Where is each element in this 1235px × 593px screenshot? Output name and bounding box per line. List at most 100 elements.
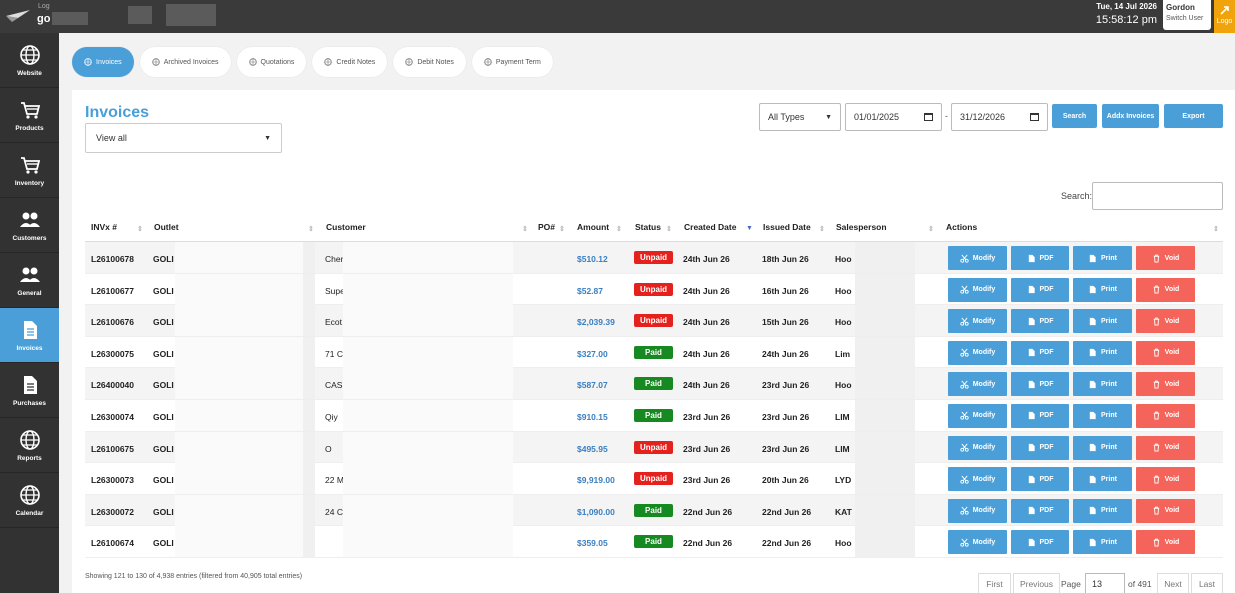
- modify-button[interactable]: Modify: [948, 435, 1007, 460]
- sidebar-item-inventory[interactable]: Inventory: [0, 143, 59, 198]
- view-filter-select[interactable]: View all ▼: [85, 123, 282, 153]
- print-button[interactable]: Print: [1073, 530, 1132, 555]
- sort-icon[interactable]: ⇕: [819, 225, 825, 233]
- modify-button[interactable]: Modify: [948, 467, 1007, 492]
- void-button[interactable]: Void: [1136, 403, 1195, 428]
- void-button[interactable]: Void: [1136, 498, 1195, 523]
- tab-debit-notes[interactable]: Debit Notes: [393, 47, 466, 77]
- type-filter-select[interactable]: All Types ▼: [759, 103, 841, 131]
- invoice-number[interactable]: L26100678: [91, 254, 134, 264]
- pdf-button[interactable]: PDF: [1011, 403, 1069, 428]
- column-header-invx[interactable]: INVx #: [91, 222, 117, 232]
- table-row[interactable]: L26300073 GOLI 22 M $9,919.00 Unpaid 23rd Jun…: [85, 463, 1223, 495]
- void-button[interactable]: Void: [1136, 467, 1195, 492]
- print-button[interactable]: Print: [1073, 403, 1132, 428]
- column-header-po[interactable]: PO#: [538, 222, 555, 232]
- void-button[interactable]: Void: [1136, 372, 1195, 397]
- void-button[interactable]: Void: [1136, 530, 1195, 555]
- pdf-button[interactable]: PDF: [1011, 530, 1069, 555]
- table-row[interactable]: L26300072 GOLI 24 C $1,090.00 Paid 22nd Jun 2…: [85, 494, 1223, 527]
- print-button[interactable]: Print: [1073, 435, 1132, 460]
- void-button[interactable]: Void: [1136, 309, 1195, 334]
- column-header-status[interactable]: Status: [635, 222, 661, 232]
- column-header-issued-date[interactable]: Issued Date: [763, 222, 811, 232]
- column-header-amount[interactable]: Amount: [577, 222, 609, 232]
- modify-button[interactable]: Modify: [948, 277, 1007, 302]
- sidebar-item-general[interactable]: General: [0, 253, 59, 308]
- void-button[interactable]: Void: [1136, 277, 1195, 302]
- invoice-number[interactable]: L26100676: [91, 317, 134, 327]
- pager-page-input[interactable]: [1085, 573, 1125, 593]
- modify-button[interactable]: Modify: [948, 340, 1007, 365]
- invoice-number[interactable]: L26400040: [91, 380, 134, 390]
- switch-user-link[interactable]: Switch User: [1166, 15, 1208, 22]
- sort-icon[interactable]: ⇕: [522, 225, 528, 233]
- modify-button[interactable]: Modify: [948, 309, 1007, 334]
- pager-next-button[interactable]: Next: [1157, 573, 1189, 593]
- tab-invoices[interactable]: Invoices: [72, 47, 134, 77]
- pdf-button[interactable]: PDF: [1011, 467, 1069, 492]
- sidebar-item-website[interactable]: Website: [0, 33, 59, 88]
- modify-button[interactable]: Modify: [948, 246, 1007, 270]
- void-button[interactable]: Void: [1136, 340, 1195, 365]
- invoice-number[interactable]: L26100674: [91, 538, 134, 548]
- sidebar-item-products[interactable]: Products: [0, 88, 59, 143]
- invoice-number[interactable]: L26100675: [91, 444, 134, 454]
- sort-icon[interactable]: ⇕: [308, 225, 314, 233]
- table-search-input[interactable]: [1092, 182, 1223, 210]
- sidebar-item-reports[interactable]: Reports: [0, 418, 59, 473]
- sort-icon[interactable]: ⇕: [616, 225, 622, 233]
- table-row[interactable]: L26100674 GOLI $359.05 Paid 22nd Jun 26 22nd …: [85, 526, 1223, 558]
- table-row[interactable]: L26100677 GOLI Supe $52.87 Unpaid 24th Jun 26…: [85, 273, 1223, 306]
- void-button[interactable]: Void: [1136, 246, 1195, 270]
- table-row[interactable]: L26300074 GOLI Qiy $910.15 Paid 23rd Jun 26 23…: [85, 399, 1223, 432]
- table-row[interactable]: L26100676 GOLI Ecot $2,039.39 Unpaid 24th Jun…: [85, 305, 1223, 337]
- add-invoices-button[interactable]: Addx Invoices: [1102, 104, 1159, 128]
- column-header-salesperson[interactable]: Salesperson: [836, 222, 887, 232]
- sort-desc-icon[interactable]: ▼: [746, 225, 753, 232]
- column-header-customer[interactable]: Customer: [326, 222, 366, 232]
- search-button[interactable]: Search: [1052, 104, 1097, 128]
- print-button[interactable]: Print: [1073, 372, 1132, 397]
- void-button[interactable]: Void: [1136, 435, 1195, 460]
- column-header-created-date[interactable]: Created Date: [684, 222, 736, 232]
- sidebar-item-calendar[interactable]: Calendar: [0, 473, 59, 528]
- sort-icon[interactable]: ⇕: [559, 225, 565, 233]
- pdf-button[interactable]: PDF: [1011, 340, 1069, 365]
- sort-icon[interactable]: ⇕: [666, 225, 672, 233]
- invoice-number[interactable]: L26300072: [91, 507, 134, 517]
- export-button[interactable]: Export: [1164, 104, 1223, 128]
- modify-button[interactable]: Modify: [948, 403, 1007, 428]
- sort-icon[interactable]: ⇕: [1213, 225, 1219, 233]
- modify-button[interactable]: Modify: [948, 498, 1007, 523]
- modify-button[interactable]: Modify: [948, 372, 1007, 397]
- invoice-number[interactable]: L26100677: [91, 286, 134, 296]
- table-row[interactable]: L26100678 GOLI Cher $510.12 Unpaid 24th Jun 2…: [85, 242, 1223, 274]
- sidebar-item-purchases[interactable]: Purchases: [0, 363, 59, 418]
- sidebar-item-customers[interactable]: Customers: [0, 198, 59, 253]
- print-button[interactable]: Print: [1073, 340, 1132, 365]
- pager-previous-button[interactable]: Previous: [1013, 573, 1060, 593]
- invoice-number[interactable]: L26300073: [91, 475, 134, 485]
- table-row[interactable]: L26300075 GOLI 71 C $327.00 Paid 24th Jun 26 2…: [85, 336, 1223, 369]
- column-header-outlet[interactable]: Outlet: [154, 222, 179, 232]
- print-button[interactable]: Print: [1073, 498, 1132, 523]
- table-row[interactable]: L26400040 GOLI CAS $587.07 Paid 24th Jun 26 23…: [85, 368, 1223, 400]
- sidebar-item-invoices[interactable]: Invoices: [0, 308, 59, 363]
- tab-archived-invoices[interactable]: Archived Invoices: [139, 47, 231, 77]
- date-to-input[interactable]: 31/12/2026: [951, 103, 1048, 131]
- tab-credit-notes[interactable]: Credit Notes: [312, 47, 388, 77]
- print-button[interactable]: Print: [1073, 467, 1132, 492]
- sort-icon[interactable]: ⇕: [137, 225, 143, 233]
- print-button[interactable]: Print: [1073, 309, 1132, 334]
- pager-last-button[interactable]: Last: [1191, 573, 1223, 593]
- tab-quotations[interactable]: Quotations: [236, 47, 307, 77]
- modify-button[interactable]: Modify: [948, 530, 1007, 555]
- date-from-input[interactable]: 01/01/2025: [845, 103, 942, 131]
- pdf-button[interactable]: PDF: [1011, 498, 1069, 523]
- logout-button[interactable]: Logo: [1214, 0, 1235, 33]
- pdf-button[interactable]: PDF: [1011, 277, 1069, 302]
- print-button[interactable]: Print: [1073, 246, 1132, 270]
- invoice-number[interactable]: L26300075: [91, 349, 134, 359]
- invoice-number[interactable]: L26300074: [91, 412, 134, 422]
